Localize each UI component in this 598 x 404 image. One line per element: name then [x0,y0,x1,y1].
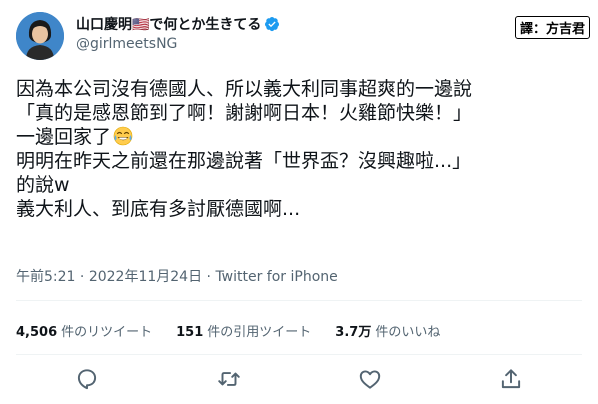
tweet-line-text: 一邊回家了 [16,126,112,148]
tweet-line: 因為本公司沒有德國人、所以義大利同事超爽的一邊說 [16,78,473,100]
tweet-source[interactable]: Twitter for iPhone [215,269,337,285]
stat-label: 件のリツイート [61,325,153,340]
divider [16,354,582,355]
retweet-button[interactable] [216,366,242,392]
quote-count-stat[interactable]: 151 件の引用ツイート [176,321,311,340]
display-name-text: 山口慶明🇺🇸で何とか生きてる [76,17,262,33]
reply-button[interactable] [74,366,100,392]
display-name[interactable]: 山口慶明🇺🇸で何とか生きてる [76,14,280,34]
tweet-actions [0,366,598,392]
tweet-date[interactable]: 2022年11月24日 [89,269,202,285]
meta-separator: · [202,269,216,285]
stat-count: 151 [176,325,204,340]
like-icon [359,370,381,389]
like-count-stat[interactable]: 3.7万 件のいいね [335,321,440,340]
tweet-line-with-emoji: 一邊回家了 [16,125,586,149]
retweet-count-stat[interactable]: 4,506 件のリツイート [16,321,152,340]
tweet-time[interactable]: 午前5:21 [16,269,75,285]
tweet-stats: 4,506 件のリツイート 151 件の引用ツイート 3.7万 件のいいね [16,321,464,340]
tweet-metadata: 午前5:21 · 2022年11月24日 · Twitter for iPhon… [16,266,338,286]
meta-separator: · [75,269,89,285]
divider [16,300,582,301]
tweet-line: 的說w [16,174,70,196]
like-button[interactable] [357,366,383,392]
tweet-line: 「真的是感恩節到了啊！謝謝啊日本！火雞節快樂！」 [16,102,473,124]
stat-count: 3.7万 [335,325,372,340]
reply-icon [77,369,97,390]
avatar[interactable] [16,12,64,60]
verified-badge-icon [264,16,280,32]
tweet-line: 義大利人、到底有多討厭德國啊... [16,198,301,220]
stat-label: 件のいいね [375,325,441,340]
share-button[interactable] [498,366,524,392]
retweet-icon [218,372,240,386]
user-handle[interactable]: @girlmeetsNG [76,36,177,52]
translator-watermark: 譯：方吉君 [514,16,590,39]
stat-label: 件の引用ツイート [207,325,312,340]
share-icon [501,369,521,389]
tweet-text: 因為本公司沒有德國人、所以義大利同事超爽的一邊說 「真的是感恩節到了啊！謝謝啊日… [16,77,586,221]
tweet-card: 山口慶明🇺🇸で何とか生きてる @girlmeetsNG 譯：方吉君 因為本公司沒… [0,0,598,404]
stat-count: 4,506 [16,325,58,340]
laughing-tears-emoji-icon [113,126,133,146]
tweet-line: 明明在昨天之前還在那邊說著「世界盃？沒興趣啦...」 [16,150,472,172]
